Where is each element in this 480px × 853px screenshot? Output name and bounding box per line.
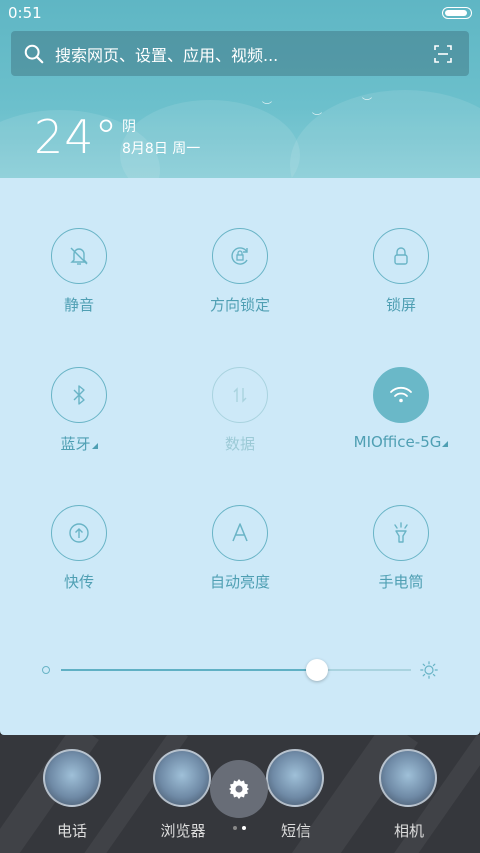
auto-brightness-toggle[interactable] (212, 505, 268, 561)
tile-label: 自动亮度 (209, 573, 270, 591)
status-bar: 0:51 (0, 0, 480, 26)
auto-brightness-icon (232, 523, 248, 542)
brightness-slider-thumb[interactable] (305, 659, 328, 681)
dock-label-messages: 短信 (280, 822, 311, 840)
tile-label: 快传 (63, 573, 94, 591)
search-icon (24, 44, 44, 63)
flashlight-icon (394, 522, 408, 543)
settings-button[interactable] (210, 760, 268, 818)
status-time: 0:51 (8, 4, 42, 22)
scan-icon[interactable] (433, 44, 453, 64)
camera-app-icon[interactable] (379, 749, 437, 807)
tile-flashlight[interactable]: 手电筒 (321, 505, 480, 615)
search-input[interactable]: 搜索网页、设置、应用、视频... (55, 42, 433, 66)
wifi-label-text: MIOffice-5G (353, 433, 442, 451)
bluetooth-icon (73, 385, 85, 405)
tile-label: 数据 (224, 435, 255, 453)
mobile-data-icon (233, 387, 247, 403)
tile-lock-screen[interactable]: 锁屏 (321, 228, 480, 338)
tile-auto-brightness[interactable]: 自动亮度 (160, 505, 320, 615)
browser-app-icon[interactable] (153, 749, 211, 807)
weather-date: 8月8日 周一 (122, 141, 201, 157)
battery-icon (442, 7, 472, 19)
weather-condition: 阴 (122, 119, 136, 135)
tile-quick-transfer[interactable]: 快传 (0, 505, 159, 615)
wifi-icon (390, 386, 412, 403)
wifi-toggle[interactable] (373, 367, 429, 423)
menu-indicator-icon (442, 441, 449, 447)
bird-decoration: ︶ (362, 98, 372, 109)
bell-slash-icon (70, 247, 88, 265)
tile-label: 锁屏 (385, 296, 416, 314)
page-indicator-dot (233, 826, 237, 830)
bluetooth-label-text: 蓝牙 (60, 435, 91, 453)
quick-settings-panel: 静音 方向锁定 锁屏 蓝牙 数据 MIOffice-5G 快传 自动亮度 手电筒 (0, 178, 480, 735)
mobile-data-toggle[interactable] (212, 367, 268, 423)
bluetooth-toggle[interactable] (51, 367, 107, 423)
tile-label: 方向锁定 (209, 296, 270, 314)
bird-decoration: ︶ (262, 102, 272, 113)
dock-label-camera: 相机 (393, 822, 424, 840)
dock-label-browser: 浏览器 (160, 822, 206, 840)
rotation-lock-icon (231, 247, 248, 265)
phone-app-icon[interactable] (43, 749, 101, 807)
tile-label: 蓝牙 (60, 433, 98, 454)
tile-wifi[interactable]: MIOffice-5G (321, 367, 480, 477)
tile-label: 手电筒 (378, 573, 424, 591)
brightness-slider-fill (61, 669, 317, 671)
tile-rotation-lock[interactable]: 方向锁定 (160, 228, 320, 338)
tile-mute[interactable]: 静音 (0, 228, 159, 338)
brightness-low-icon (42, 666, 50, 674)
temperature: 24° (34, 110, 119, 164)
mute-toggle[interactable] (51, 228, 107, 284)
rotation-lock-toggle[interactable] (212, 228, 268, 284)
menu-indicator-icon (91, 443, 98, 449)
quick-transfer-icon (69, 523, 89, 543)
flashlight-toggle[interactable] (373, 505, 429, 561)
tile-mobile-data[interactable]: 数据 (160, 367, 320, 477)
brightness-slider[interactable] (61, 669, 411, 671)
tile-bluetooth[interactable]: 蓝牙 (0, 367, 159, 477)
bird-decoration: ︶ (312, 113, 322, 124)
lock-screen-button[interactable] (373, 228, 429, 284)
tile-label: MIOffice-5G (354, 433, 449, 451)
dock-label-phone: 电话 (56, 822, 87, 840)
page-indicator-dot-active (242, 826, 246, 830)
tile-label: 静音 (63, 296, 94, 314)
quick-transfer-toggle[interactable] (51, 505, 107, 561)
lock-icon (394, 247, 408, 265)
messages-app-icon[interactable] (266, 749, 324, 807)
gear-icon (229, 779, 249, 799)
weather-header: ︶ ︶ ︶ 0:51 搜索网页、设置、应用、视频... 24° 阴 8月8日 周… (0, 0, 480, 178)
search-bar[interactable]: 搜索网页、设置、应用、视频... (11, 31, 469, 76)
brightness-high-icon (420, 661, 438, 679)
